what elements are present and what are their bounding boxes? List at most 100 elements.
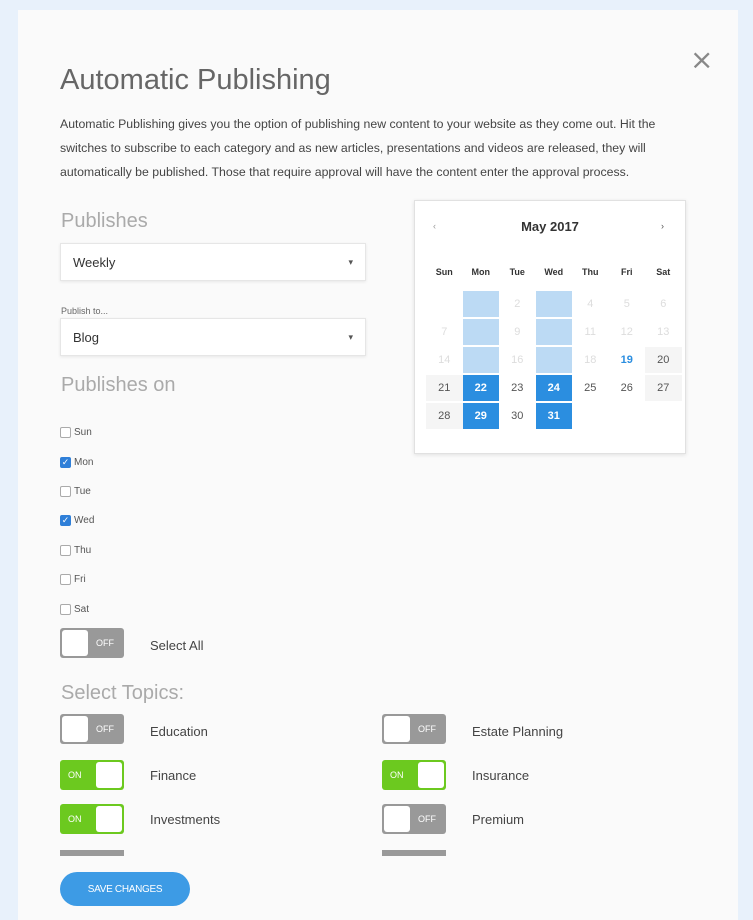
day-label: Tue (74, 485, 91, 497)
select-all-toggle[interactable]: OFF (60, 628, 124, 658)
calendar-day (572, 403, 609, 429)
calendar-day: 1 (462, 291, 499, 317)
calendar-day: 4 (587, 298, 594, 310)
select-all-label: Select All (150, 638, 204, 653)
day-checkbox-fri[interactable]: Fri (60, 565, 94, 594)
calendar-day: 15 (462, 347, 499, 373)
modal-title: Automatic Publishing (60, 64, 331, 96)
close-icon[interactable]: × (690, 46, 713, 74)
day-label: Fri (74, 574, 86, 586)
calendar-day-selected[interactable]: 22 (462, 375, 499, 401)
topic-toggle-partial[interactable] (60, 850, 124, 856)
weekday-label: Tue (509, 267, 525, 277)
toggle-state: ON (68, 770, 82, 780)
calendar-day[interactable]: 23 (499, 375, 536, 401)
topic-toggle-estate-planning[interactable]: OFF (382, 714, 446, 744)
calendar-day[interactable]: 27 (645, 375, 682, 401)
publishes-on-label: Publishes on (61, 374, 176, 396)
automatic-publishing-modal: × Automatic Publishing Automatic Publish… (18, 10, 738, 920)
calendar-week: 28 29 30 31 (426, 403, 682, 429)
calendar-day[interactable]: 30 (499, 403, 536, 429)
weekday-label: Thu (582, 267, 599, 277)
toggle-knob (384, 806, 410, 832)
checkbox[interactable] (60, 427, 71, 439)
toggle-state: OFF (96, 638, 114, 648)
modal-description: Automatic Publishing gives you the optio… (60, 117, 656, 179)
publishes-select-value: Weekly (73, 254, 116, 270)
day-checkbox-sun[interactable]: Sun (60, 418, 94, 447)
topic-label-premium: Premium (472, 812, 525, 827)
calendar-day: 8 (462, 319, 499, 345)
toggle-knob (418, 762, 444, 788)
toggle-state: ON (390, 770, 404, 780)
calendar-week: 21 22 23 24 25 26 27 (426, 375, 682, 401)
calendar-day: 12 (620, 326, 633, 338)
weekday-checkbox-list: Sun ✓ Mon Tue ✓ Wed Thu Fri Sat (60, 418, 94, 624)
checkbox[interactable] (60, 574, 71, 586)
checkbox-checked[interactable]: ✓ (60, 515, 71, 527)
publishes-select[interactable]: Weekly ▾ (60, 243, 366, 281)
day-label: Mon (74, 456, 94, 468)
calendar-day (609, 403, 646, 429)
calendar-day: 7 (441, 326, 448, 338)
calendar-day (645, 403, 682, 429)
calendar-day-selected[interactable]: 24 (535, 375, 572, 401)
calendar-day: 5 (623, 298, 630, 310)
day-checkbox-tue[interactable]: Tue (60, 477, 94, 506)
calendar-day: 18 (584, 354, 597, 366)
calendar-week: 1 2 3 4 5 6 (426, 291, 682, 317)
day-checkbox-mon[interactable]: ✓ Mon (60, 447, 94, 476)
day-checkbox-wed[interactable]: ✓ Wed (60, 506, 94, 535)
calendar-header: ‹ May 2017 › (415, 213, 685, 243)
day-checkbox-sat[interactable]: Sat (60, 594, 94, 623)
toggle-state: OFF (418, 814, 436, 824)
calendar-day[interactable]: 21 (426, 375, 463, 401)
checkbox-checked[interactable]: ✓ (60, 456, 71, 468)
topic-toggle-partial[interactable] (382, 850, 446, 856)
weekday-label: Fri (620, 267, 633, 277)
calendar-weekday-header: Sun Mon Tue Wed Thu Fri Sat (426, 267, 682, 287)
calendar-day: 16 (511, 354, 524, 366)
calendar-month-title: May 2017 (521, 219, 579, 234)
topic-toggle-investments[interactable]: ON (60, 804, 124, 834)
toggle-knob (96, 762, 122, 788)
topic-toggle-premium[interactable]: OFF (382, 804, 446, 834)
weekday-label: Sat (656, 267, 671, 277)
publish-to-select[interactable]: Blog ▾ (60, 318, 366, 356)
toggle-knob (384, 716, 410, 742)
calendar-day[interactable]: 25 (572, 375, 609, 401)
calendar-day-selected[interactable]: 29 (462, 403, 499, 429)
calendar-day[interactable]: 20 (645, 347, 682, 373)
day-checkbox-thu[interactable]: Thu (60, 536, 94, 565)
day-label: Sun (74, 427, 92, 439)
topic-label-insurance: Insurance (472, 768, 530, 783)
topic-toggle-insurance[interactable]: ON (382, 760, 446, 790)
topic-toggle-finance[interactable]: ON (60, 760, 124, 790)
chevron-right-icon[interactable]: › (661, 221, 664, 231)
toggle-knob (62, 716, 88, 742)
topic-label-estate-planning: Estate Planning (472, 724, 564, 739)
calendar-day: 3 (535, 291, 572, 317)
checkbox[interactable] (60, 603, 71, 615)
calendar-day (426, 291, 463, 317)
calendar-day[interactable]: 26 (609, 375, 646, 401)
calendar-day: 2 (514, 298, 521, 310)
calendar-grid: 1 2 3 4 5 6 7 8 9 10 11 12 13 14 15 16 1… (426, 291, 682, 431)
calendar-day-today[interactable]: 19 (609, 347, 646, 373)
select-topics-label: Select Topics: (61, 682, 185, 704)
calendar-day: 13 (657, 326, 670, 338)
calendar-day[interactable]: 28 (426, 403, 463, 429)
topic-toggle-education[interactable]: OFF (60, 714, 124, 744)
calendar-day-selected[interactable]: 31 (535, 403, 572, 429)
calendar-day: 14 (438, 354, 451, 366)
toggle-knob (96, 806, 122, 832)
checkbox[interactable] (60, 485, 71, 497)
calendar-week: 14 15 16 17 18 19 20 (426, 347, 682, 373)
checkbox[interactable] (60, 544, 71, 556)
day-label: Wed (74, 515, 95, 527)
toggle-state: ON (68, 814, 82, 824)
calendar-day: 10 (535, 319, 572, 345)
weekday-label: Wed (544, 267, 564, 277)
calendar: ‹ May 2017 › Sun Mon Tue Wed Thu Fri Sat… (414, 200, 686, 454)
save-changes-button[interactable]: SAVE CHANGES (60, 872, 190, 906)
